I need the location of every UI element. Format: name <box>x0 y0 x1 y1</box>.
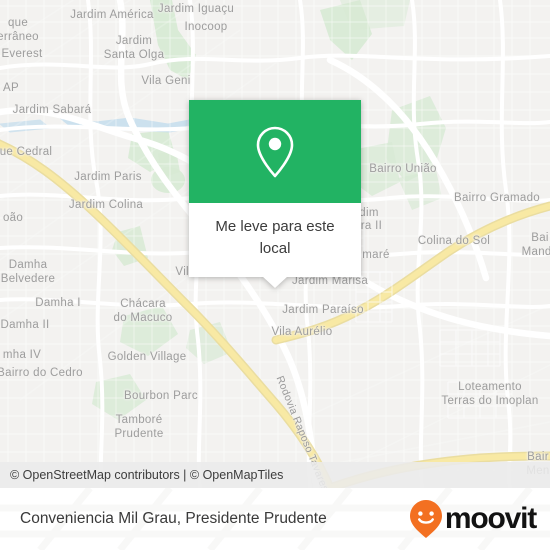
place-title: Conveniencia Mil Grau, Presidente Pruden… <box>20 510 327 527</box>
attribution-text[interactable]: © OpenStreetMap contributors | © OpenMap… <box>10 468 283 482</box>
callout-pointer <box>262 275 288 288</box>
footer-bar: Conveniencia Mil Grau, Presidente Pruden… <box>0 488 550 550</box>
destination-callout-card[interactable]: Me leve para este local <box>189 100 361 288</box>
map-canvas[interactable]: Jardim Iguaçu Jardim América Inocoop que er… <box>0 0 550 488</box>
callout-header <box>189 100 361 203</box>
moovit-logo[interactable]: moovit <box>409 499 537 539</box>
moovit-pin-icon <box>409 500 442 538</box>
moovit-wordmark: moovit <box>444 502 537 535</box>
location-pin-icon <box>256 126 294 177</box>
callout-message: Me leve para este local <box>189 203 361 277</box>
moovit-map-screen: Jardim Iguaçu Jardim América Inocoop que er… <box>0 0 550 550</box>
map-attribution-bar: © OpenStreetMap contributors | © OpenMap… <box>0 462 550 488</box>
